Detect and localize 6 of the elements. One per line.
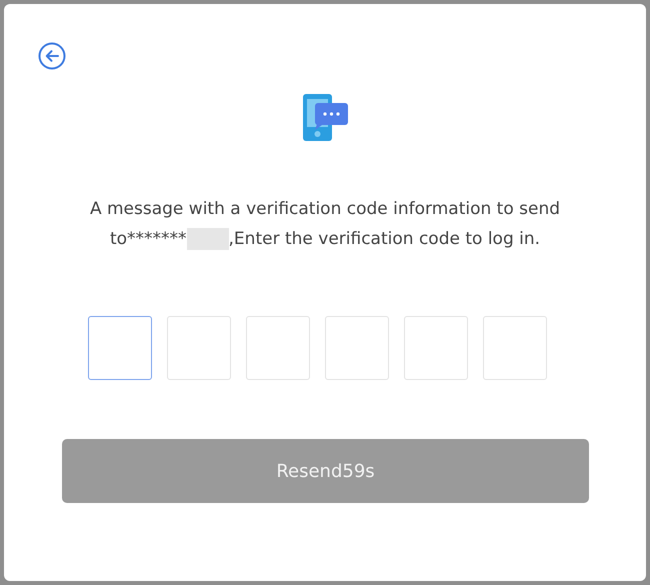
code-input-field[interactable]: [88, 316, 152, 380]
phone-message-icon: [303, 94, 349, 142]
message-text: A message with a verification code information to send: [88, 198, 562, 221]
message-text: ,Enter the verification code to log in.: [228, 228, 540, 251]
back-icon[interactable]: [38, 42, 66, 70]
message-text: to*******: [110, 228, 187, 251]
